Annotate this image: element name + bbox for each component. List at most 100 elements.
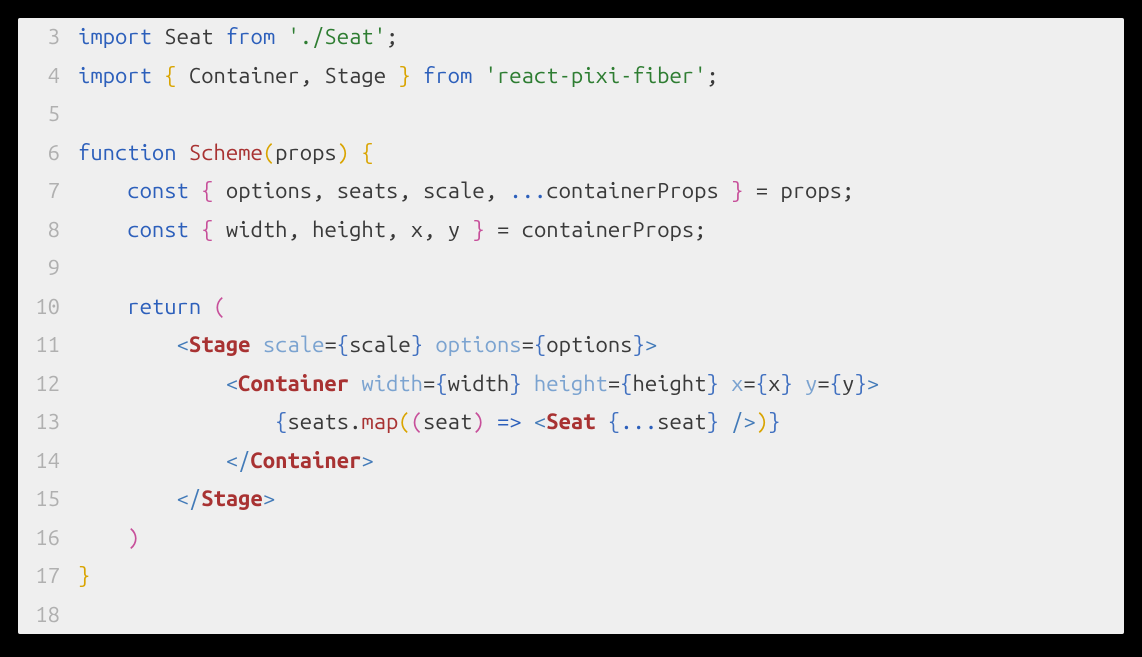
token: <	[177, 332, 189, 357]
token: {	[275, 409, 287, 434]
line-number: 12	[18, 365, 78, 404]
token: options	[546, 332, 632, 357]
line-number: 10	[18, 288, 78, 327]
token: ,	[300, 63, 312, 88]
token: ;	[842, 178, 854, 203]
token: }	[411, 332, 423, 357]
code-content[interactable]: import { Container, Stage } from 'react-…	[78, 57, 719, 96]
token: Scheme	[189, 140, 263, 165]
code-content[interactable]: </Stage>	[78, 480, 275, 519]
token	[398, 217, 410, 242]
code-content[interactable]: {seats.map((seat) => <Seat {...seat} />)…	[78, 403, 780, 442]
code-line[interactable]: 16 )	[18, 519, 1124, 558]
line-number: 14	[18, 442, 78, 481]
line-number: 17	[18, 557, 78, 596]
code-line[interactable]: 11 <Stage scale={scale} options={options…	[18, 326, 1124, 365]
token: 'react-pixi-fiber'	[485, 63, 707, 88]
token	[485, 409, 497, 434]
token	[793, 371, 805, 396]
token: }	[731, 178, 743, 203]
code-line[interactable]: 15 </Stage>	[18, 480, 1124, 519]
token	[201, 294, 213, 319]
token: Seat	[164, 24, 213, 49]
token: seats	[287, 409, 349, 434]
code-line[interactable]: 8 const { width, height, x, y } = contai…	[18, 211, 1124, 250]
token: width	[226, 217, 288, 242]
token: const	[127, 178, 189, 203]
code-content[interactable]: }	[78, 557, 90, 596]
token: Container	[250, 448, 361, 473]
code-content[interactable]: </Container>	[78, 442, 374, 481]
token: from	[423, 63, 472, 88]
token	[349, 140, 361, 165]
token: </	[226, 448, 251, 473]
code-line[interactable]: 6function Scheme(props) {	[18, 134, 1124, 173]
code-line[interactable]: 12 <Container width={width} height={heig…	[18, 365, 1124, 404]
code-line[interactable]: 14 </Container>	[18, 442, 1124, 481]
token: =	[497, 217, 509, 242]
code-content[interactable]: const { width, height, x, y } = containe…	[78, 211, 706, 250]
code-line[interactable]: 18	[18, 596, 1124, 635]
token	[214, 178, 226, 203]
token	[275, 24, 287, 49]
code-line[interactable]: 13 {seats.map((seat) => <Seat {...seat} …	[18, 403, 1124, 442]
token	[78, 294, 127, 319]
code-content[interactable]: import Seat from './Seat';	[78, 18, 398, 57]
token: return	[127, 294, 201, 319]
code-line[interactable]: 4import { Container, Stage } from 'react…	[18, 57, 1124, 96]
token	[177, 63, 189, 88]
token: const	[127, 217, 189, 242]
token: }	[768, 409, 780, 434]
token: }	[78, 563, 90, 588]
code-content[interactable]: function Scheme(props) {	[78, 134, 374, 173]
token	[312, 63, 324, 88]
token: )	[756, 409, 768, 434]
token	[411, 178, 423, 203]
token: function	[78, 140, 177, 165]
token: from	[226, 24, 275, 49]
token	[768, 178, 780, 203]
token: ...	[620, 409, 657, 434]
token: }	[509, 371, 521, 396]
token: }	[633, 332, 645, 357]
code-line[interactable]: 5	[18, 95, 1124, 134]
token	[743, 178, 755, 203]
code-content[interactable]: return (	[78, 288, 226, 327]
token: './Seat'	[287, 24, 386, 49]
token	[349, 371, 361, 396]
code-content[interactable]: const { options, seats, scale, ...contai…	[78, 172, 854, 211]
token: x	[411, 217, 423, 242]
token	[719, 409, 731, 434]
token: x	[768, 371, 780, 396]
token: map	[361, 409, 398, 434]
token: ,	[398, 178, 410, 203]
code-editor[interactable]: 3import Seat from './Seat';4import { Con…	[18, 18, 1124, 634]
token: =	[423, 371, 435, 396]
token: (	[398, 409, 410, 434]
code-line[interactable]: 7 const { options, seats, scale, ...cont…	[18, 172, 1124, 211]
token	[509, 217, 521, 242]
token: (	[411, 409, 423, 434]
code-line[interactable]: 9	[18, 249, 1124, 288]
code-window: 3import Seat from './Seat';4import { Con…	[0, 0, 1142, 657]
code-line[interactable]: 10 return (	[18, 288, 1124, 327]
token: />	[731, 409, 756, 434]
token: height	[633, 371, 707, 396]
code-content[interactable]: <Container width={width} height={height}…	[78, 365, 879, 404]
token: Seat	[546, 409, 595, 434]
code-line[interactable]: 3import Seat from './Seat';	[18, 18, 1124, 57]
line-number: 8	[18, 211, 78, 250]
token: )	[337, 140, 349, 165]
code-line[interactable]: 17}	[18, 557, 1124, 596]
token: width	[361, 371, 423, 396]
token: =	[817, 371, 829, 396]
token: ,	[485, 178, 497, 203]
token	[189, 217, 201, 242]
token: ...	[509, 178, 546, 203]
token: {	[756, 371, 768, 396]
token: {	[608, 409, 620, 434]
line-number: 6	[18, 134, 78, 173]
code-content[interactable]: <Stage scale={scale} options={options}>	[78, 326, 657, 365]
code-content[interactable]: )	[78, 519, 140, 558]
token	[719, 178, 731, 203]
